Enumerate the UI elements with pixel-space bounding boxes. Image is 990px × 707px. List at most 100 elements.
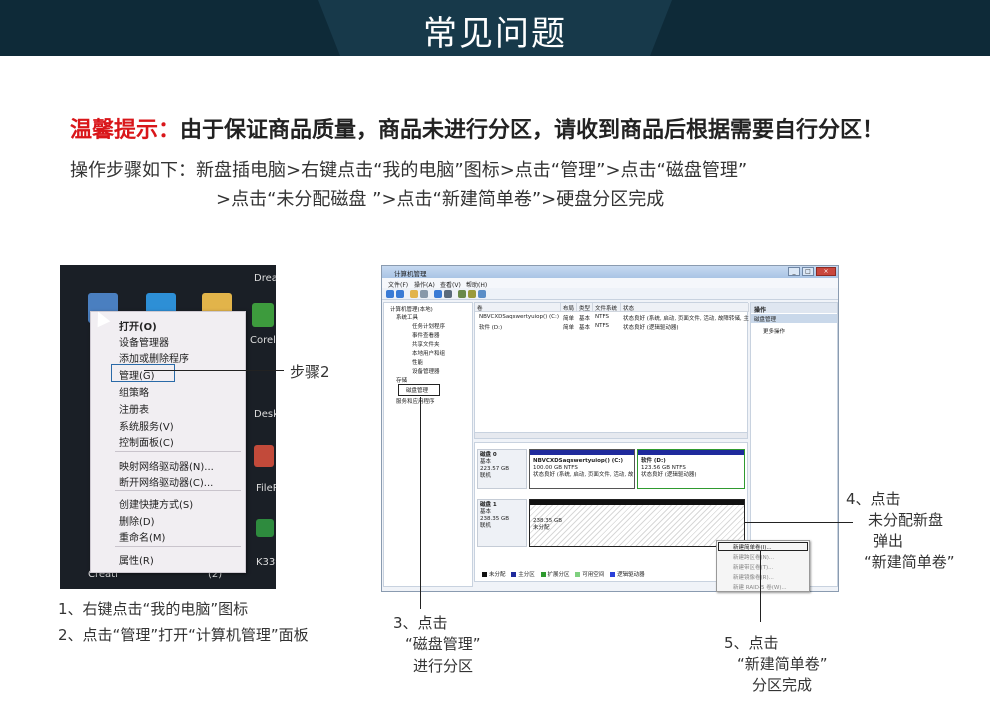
legend-label: 扩展分区 (547, 572, 570, 578)
step4-label-a: 4、点击 (846, 490, 901, 508)
unallocated-partition[interactable]: 238.35 GB 未分配 (529, 499, 745, 547)
properties-icon[interactable] (458, 290, 466, 298)
menu-item-services[interactable]: 系统服务(V) (119, 418, 174, 433)
tree-item-event-viewer[interactable]: 事件查看器 (412, 331, 440, 339)
partition-c[interactable]: NBVCXDSaqswertyuiop() (C:) 100.00 GB NTF… (529, 449, 635, 489)
list-icon[interactable] (420, 290, 428, 298)
column-header-type[interactable]: 类型 (577, 303, 593, 312)
volume-list: 卷 布局 类型 文件系统 状态 NBVCXDSaqswertyuiop() (C… (474, 302, 749, 438)
disk1-size: 238.35 GB (480, 516, 510, 522)
steps-line-1: 操作步骤如下：新盘插电脑>右键点击“我的电脑”图标>点击“管理”>点击“磁盘管理… (70, 160, 748, 181)
menu-item-new-mirrored-volume[interactable]: 新建镜像卷(R)... (733, 573, 774, 581)
table-row[interactable]: 软件 (D:) (479, 323, 502, 331)
tree-item-system-tools[interactable]: 系统工具 (396, 313, 418, 321)
close-button[interactable]: × (816, 267, 836, 276)
menu-item-registry[interactable]: 注册表 (119, 401, 149, 416)
disk0-size: 223.57 GB (480, 466, 510, 472)
actions-section-disk-management[interactable]: 磁盘管理 (751, 314, 837, 323)
menu-item-create-shortcut[interactable]: 创建快捷方式(S) (119, 496, 193, 511)
table-cell: NTFS (595, 314, 610, 320)
menu-item-new-striped-volume[interactable]: 新建带区卷(T)... (733, 563, 773, 571)
tip-text: 由于保证商品质量，商品未进行分区，请收到商品后根据需要自行分区！ (180, 118, 885, 143)
table-cell: 状态良好 (逻辑驱动器) (623, 325, 679, 331)
step5-label-a: 5、点击 (724, 634, 779, 652)
legend-swatch (482, 572, 487, 577)
forward-icon[interactable] (396, 290, 404, 298)
desktop-label: FileR (256, 483, 276, 494)
manage-highlight-box (111, 364, 175, 382)
partition-c-name: NBVCXDSaqswertyuiop() (C:) (533, 458, 624, 464)
back-icon[interactable] (386, 290, 394, 298)
maximize-button[interactable]: □ (802, 267, 814, 276)
legend-swatch (540, 572, 546, 577)
new-volume-menu: 新建简单卷(I)... 新建跨区卷(N)... 新建带区卷(T)... 新建镜像… (716, 540, 810, 592)
step4-leader-line (745, 522, 853, 523)
column-header-layout[interactable]: 布局 (561, 303, 577, 312)
disk1-status: 联机 (480, 523, 492, 529)
menu-item-new-simple-volume[interactable]: 新建简单卷(I)... (733, 543, 772, 551)
step2-leader-line (144, 370, 284, 371)
excel-icon[interactable] (256, 519, 274, 537)
desktop-photo: Drea Corel Desk FileR K339 Creati (2) 打开… (60, 265, 276, 589)
menu-item-delete[interactable]: 删除(D) (119, 513, 155, 528)
actions-header: 操作 (751, 303, 837, 314)
column-header-status[interactable]: 状态 (621, 303, 749, 312)
horizontal-scrollbar[interactable] (474, 432, 748, 439)
window-titlebar: 计算机管理 _ □ × (382, 266, 838, 278)
tree-item-services-apps[interactable]: 服务和应用程序 (396, 397, 435, 405)
folder-icon[interactable] (410, 290, 418, 298)
tree-item-performance[interactable]: 性能 (412, 358, 423, 366)
table-row[interactable]: NBVCXDSaqswertyuiop() (C:) (479, 314, 559, 320)
table-cell: 简单 (563, 316, 575, 322)
tree-item-shared-folders[interactable]: 共享文件夹 (412, 340, 440, 348)
legend-label: 未分配 (489, 572, 506, 578)
partition-d-size: 123.56 GB NTFS (641, 465, 686, 471)
help-icon[interactable] (434, 290, 442, 298)
disk1-name: 磁盘 1 (480, 502, 497, 508)
disk1-label[interactable]: 磁盘 1 基本 238.35 GB 联机 (477, 499, 527, 547)
legend-swatch (610, 572, 616, 577)
desktop-label: K339 (256, 557, 276, 568)
legend-label: 主分区 (518, 572, 535, 578)
export-icon[interactable] (478, 290, 486, 298)
step4-label-c: 弹出 (873, 532, 904, 550)
disk0-name: 磁盘 0 (480, 452, 497, 458)
file-icon[interactable] (254, 445, 274, 467)
disk0-label[interactable]: 磁盘 0 基本 223.57 GB 联机 (477, 449, 527, 489)
disk0-type: 基本 (480, 459, 492, 465)
disk1-type: 基本 (480, 509, 492, 515)
partition-d[interactable]: 软件 (D:) 123.56 GB NTFS 状态良好 (逻辑驱动器) (637, 449, 745, 489)
menu-item-new-spanned-volume[interactable]: 新建跨区卷(N)... (733, 553, 774, 561)
menu-item-rename[interactable]: 重命名(M) (119, 529, 165, 544)
menu-item-group-policy[interactable]: 组策略 (119, 384, 149, 399)
table-cell: 基本 (579, 316, 591, 322)
menu-item-disconnect-drive[interactable]: 断开网络驱动器(C)... (119, 474, 213, 489)
tree-item-local-users[interactable]: 本地用户和组 (412, 349, 445, 357)
view-icon[interactable] (444, 290, 452, 298)
menu-item-map-drive[interactable]: 映射网络驱动器(N)... (119, 458, 214, 473)
menu-item-control-panel[interactable]: 控制面板(C) (119, 434, 174, 449)
tree-item-device-manager[interactable]: 设备管理器 (412, 367, 440, 375)
column-header-volume[interactable]: 卷 (475, 303, 561, 312)
actions-more[interactable]: 更多操作 (763, 327, 785, 335)
corel-icon[interactable] (252, 303, 274, 327)
tree-item-root[interactable]: 计算机管理(本地) (390, 305, 433, 313)
menu-item-device-manager[interactable]: 设备管理器 (119, 334, 169, 349)
disk-layout-pane: 磁盘 0 基本 223.57 GB 联机 NBVCXDSaqswertyuiop… (474, 442, 748, 582)
legend-label: 可用空间 (582, 572, 605, 578)
menu-item-add-remove[interactable]: 添加或删除程序 (119, 350, 189, 365)
menu-item-properties[interactable]: 属性(R) (119, 552, 154, 567)
step3-label-b: “磁盘管理” (405, 635, 481, 653)
disk-management-highlight (398, 384, 440, 396)
minimize-button[interactable]: _ (788, 267, 800, 276)
right-click-menu: 打开(O) 设备管理器 添加或删除程序 管理(G) 组策略 注册表 系统服务(V… (90, 311, 246, 573)
column-header-filesystem[interactable]: 文件系统 (593, 303, 621, 312)
tree-item-task-scheduler[interactable]: 任务计划程序 (412, 322, 445, 330)
refresh-icon[interactable] (468, 290, 476, 298)
legend-label: 逻辑驱动器 (617, 572, 645, 578)
menu-item-open[interactable]: 打开(O) (119, 318, 157, 333)
tree-item-storage[interactable]: 存储 (396, 376, 407, 384)
caption-step2: 2、点击“管理”打开“计算机管理”面板 (58, 626, 309, 644)
disk0-status: 联机 (480, 473, 492, 479)
caption-step1: 1、右键点击“我的电脑”图标 (58, 600, 249, 618)
